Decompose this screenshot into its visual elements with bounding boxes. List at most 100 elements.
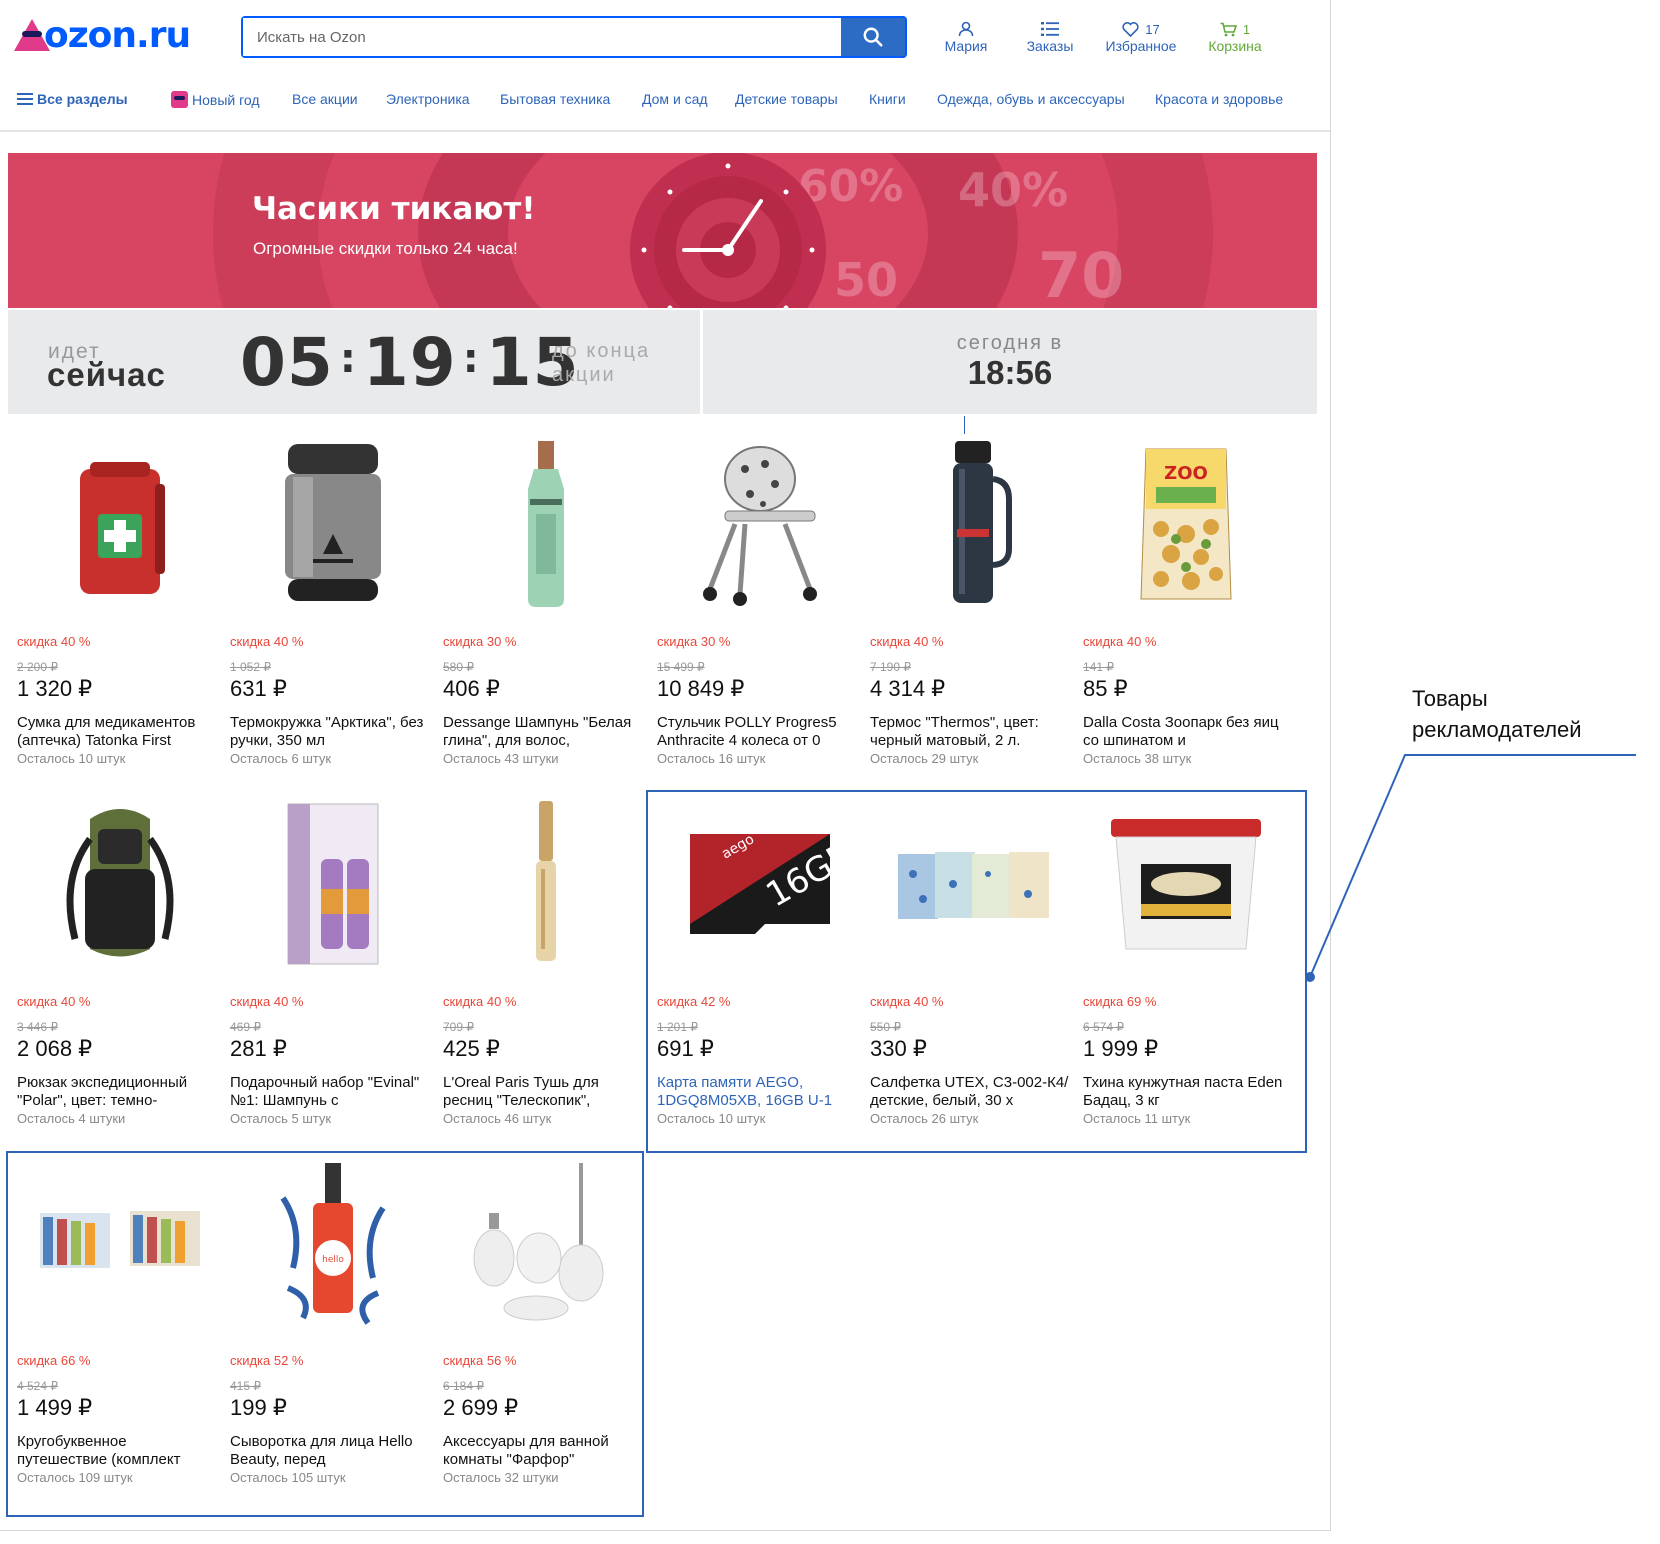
product-title[interactable]: Стульчик POLLY Progres5 Anthracite 4 кол… [657, 714, 857, 750]
heart-icon [1122, 21, 1139, 37]
current-price: 1 320 ₽ [17, 676, 93, 701]
product-title[interactable]: Dalla Costa Зоопарк без яиц со шпинатом … [1083, 714, 1283, 750]
old-price: 2 200 ₽ [17, 660, 58, 674]
logo-text: ozon.ru [44, 14, 191, 56]
search-button[interactable] [841, 18, 905, 56]
favorites-label: Избранное [1105, 38, 1177, 54]
current-price: 85 ₽ [1083, 676, 1128, 701]
stock-left: Осталось 46 штук [443, 1111, 552, 1126]
all-sections-button[interactable]: Все разделы [17, 91, 128, 107]
cart-icon [1220, 22, 1237, 36]
old-price: 3 446 ₽ [17, 1020, 58, 1034]
header-orders[interactable]: Заказы [1018, 20, 1082, 54]
stock-left: Осталось 5 штук [230, 1111, 332, 1126]
stock-left: Осталось 4 штуки [17, 1111, 126, 1126]
header-favorites[interactable]: 17 Избранное [1098, 20, 1184, 55]
category-nav: Все разделы Новый год Все акции Электрон… [0, 80, 1330, 132]
all-sections-label: Все разделы [37, 91, 128, 107]
clock-icon [630, 153, 826, 308]
product-card[interactable]: скидка 40 % 3 446 ₽ 2 068 ₽ Рюкзак экспедиц… [17, 794, 222, 1134]
header-profile[interactable]: Мария [936, 20, 996, 54]
cart-label: Корзина [1208, 38, 1262, 54]
nav-link-new-year[interactable]: Новый год [171, 91, 260, 108]
search-input[interactable] [243, 18, 841, 56]
countdown-caption-line: акции [552, 364, 616, 386]
stock-left: Осталось 38 штук [1083, 751, 1192, 766]
product-image[interactable]: ZOO [1093, 434, 1278, 619]
banner-title: Часики тикают! [252, 191, 536, 227]
product-title[interactable]: Термокружка "Арктика", без ручки, 350 мл [230, 714, 430, 750]
thermos-icon [933, 439, 1013, 614]
nav-link-home-garden[interactable]: Дом и сад [642, 91, 708, 107]
product-title[interactable]: Термос "Thermos", цвет: черный матовый, … [870, 714, 1070, 750]
nav-link-kids[interactable]: Детские товары [735, 91, 838, 107]
backpack-icon [50, 799, 190, 974]
nav-link-electronics[interactable]: Электроника [386, 91, 470, 107]
discount-label: скидка 30 % [443, 634, 517, 649]
product-card[interactable]: скидка 30 % 580 ₽ 406 ₽ Dessange Шампунь "Б… [443, 434, 648, 774]
annotation-line: рекламодателей [1412, 717, 1582, 742]
user-icon [958, 21, 974, 37]
search-icon [863, 27, 883, 47]
product-image[interactable] [453, 794, 638, 979]
product-card[interactable]: скидка 40 % 7 190 ₽ 4 314 ₽ Термос "Thermos… [870, 434, 1075, 774]
page: ozon.ru Мария Заказы 17 Избранное 1 Корз… [0, 0, 1660, 1544]
nav-link-label: Новый год [192, 92, 260, 108]
product-image[interactable] [880, 434, 1065, 619]
product-title[interactable]: Рюкзак экспедиционный "Polar", цвет: тем… [17, 1074, 217, 1110]
product-image[interactable] [240, 794, 425, 979]
nav-link-beauty[interactable]: Красота и здоровье [1155, 91, 1283, 107]
product-image[interactable] [453, 434, 638, 619]
current-price: 631 ₽ [230, 676, 287, 701]
stock-left: Осталось 43 штуки [443, 751, 559, 766]
product-title[interactable]: Сумка для медикаментов (аптечка) Tatonka… [17, 714, 217, 750]
product-card[interactable]: скидка 40 % 469 ₽ 281 ₽ Подарочный набор "E… [230, 794, 435, 1134]
orders-list-icon [1041, 22, 1059, 36]
next-sale-label: сегодня в [956, 332, 1064, 354]
ozon-logo[interactable]: ozon.ru [14, 14, 191, 56]
header-cart[interactable]: 1 Корзина [1204, 20, 1266, 55]
product-card[interactable]: скидка 40 % 709 ₽ 425 ₽ L'Oreal Paris Тушь … [443, 794, 648, 1134]
advertiser-highlight-box [6, 1151, 644, 1517]
countdown-clock: 05:19:15 [240, 324, 580, 401]
product-image[interactable] [27, 794, 212, 979]
product-title[interactable]: Подарочный набор "Evinal" №1: Шампунь с [230, 1074, 430, 1110]
colon-separator: : [339, 335, 357, 382]
product-image[interactable] [27, 434, 212, 619]
discount-label: скидка 40 % [17, 634, 91, 649]
gift-set-icon [273, 799, 393, 974]
product-card[interactable]: скидка 30 % 15 499 ₽ 10 849 ₽ Стульчик POLL… [657, 434, 862, 774]
shampoo-bottle-icon [506, 439, 586, 614]
current-timer-panel: идет сейчас 05:19:15 до конца акции [8, 310, 700, 414]
countdown-caption: до конца акции [552, 339, 650, 387]
next-sale-panel[interactable]: сегодня в 18:56 [703, 310, 1317, 414]
profile-label: Мария [944, 38, 988, 54]
current-price: 406 ₽ [443, 676, 500, 701]
nav-link-appliances[interactable]: Бытовая техника [500, 91, 610, 107]
product-title[interactable]: L'Oreal Paris Тушь для ресниц "Телескопи… [443, 1074, 643, 1110]
timer-status-main: сейчас [47, 356, 166, 393]
banner-percent: 70 [1038, 239, 1125, 308]
product-card[interactable]: скидка 40 % 1 052 ₽ 631 ₽ Термокружка "Аркт… [230, 434, 435, 774]
promo-banner[interactable]: 60% 40% 50 70 Часики тикают! Огромные ск… [8, 153, 1317, 308]
high-chair-icon [685, 439, 835, 614]
banner-percent: 40% [958, 163, 1069, 217]
product-image[interactable] [667, 434, 852, 619]
product-title[interactable]: Dessange Шампунь "Белая глина", для воло… [443, 714, 643, 750]
banner-percent: 50 [834, 253, 899, 307]
old-price: 141 ₽ [1083, 660, 1114, 674]
old-price: 15 499 ₽ [657, 660, 705, 674]
product-card[interactable]: скидка 40 % 2 200 ₽ 1 320 ₽ Сумка для медик… [17, 434, 222, 774]
nav-link-clothes[interactable]: Одежда, обувь и аксессуары [937, 91, 1125, 107]
current-price: 4 314 ₽ [870, 676, 946, 701]
product-card[interactable]: ZOO скидка 40 % 141 ₽ 85 ₽ Dalla Costa Зоопа… [1083, 434, 1288, 774]
logo-mascot-icon [14, 19, 50, 51]
nav-link-all-promos[interactable]: Все акции [292, 91, 358, 107]
old-price: 469 ₽ [230, 1020, 261, 1034]
old-price: 1 052 ₽ [230, 660, 271, 674]
pasta-bag-icon: ZOO [1131, 439, 1241, 614]
nav-link-books[interactable]: Книги [869, 91, 906, 107]
annotation-label: Товары рекламодателей [1412, 683, 1582, 745]
hamburger-icon [17, 93, 33, 105]
product-image[interactable] [240, 434, 425, 619]
